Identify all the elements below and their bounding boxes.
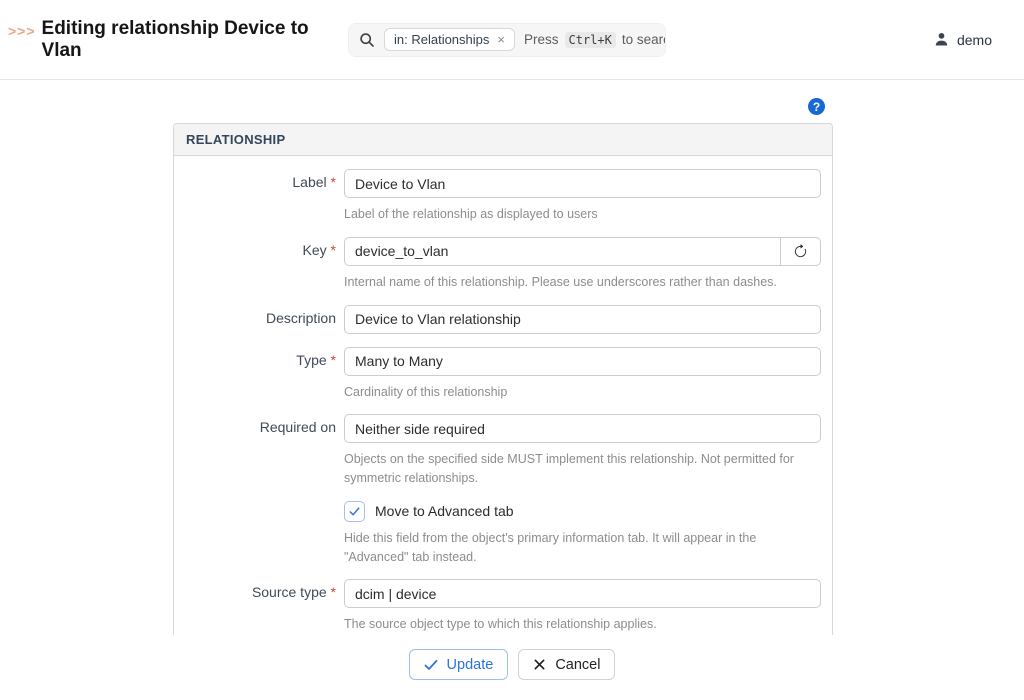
search-scope-chip[interactable]: in: Relationships ×	[384, 28, 515, 51]
chip-close-icon[interactable]: ×	[497, 33, 505, 46]
search-scope-label: in: Relationships	[394, 32, 489, 47]
required-asterisk: *	[331, 584, 336, 600]
required-on-help-text: Objects on the specified side MUST imple…	[344, 450, 821, 488]
label-input[interactable]	[344, 169, 821, 198]
type-field-label: Type *	[186, 347, 336, 402]
x-icon	[533, 658, 546, 671]
breadcrumb-chevrons-icon: >>>	[8, 18, 36, 39]
checkmark-icon	[348, 505, 361, 518]
source-type-field-label: Source type *	[186, 579, 336, 634]
move-advanced-label: Move to Advanced tab	[375, 503, 514, 519]
relationship-panel: RELATIONSHIP Label * Label of the relati…	[173, 123, 833, 635]
description-input[interactable]	[344, 305, 821, 334]
search-hint-prefix: Press	[524, 32, 559, 47]
panel-title: RELATIONSHIP	[174, 124, 832, 156]
form-row-required-on: Required on Objects on the specified sid…	[186, 414, 821, 488]
refresh-icon	[793, 244, 808, 259]
page-title-block: >>> Editing relationship Device to Vlan	[8, 18, 348, 62]
type-select[interactable]	[344, 347, 821, 376]
cancel-button[interactable]: Cancel	[518, 649, 615, 680]
form-actions: Update Cancel	[0, 649, 1024, 680]
user-name: demo	[957, 32, 992, 48]
user-icon	[933, 31, 950, 48]
required-asterisk: *	[331, 352, 336, 368]
form-row-key: Key *	[186, 237, 821, 292]
move-advanced-checkbox[interactable]	[344, 501, 365, 522]
search-icon	[359, 32, 375, 48]
move-advanced-checkbox-row[interactable]: Move to Advanced tab	[344, 501, 821, 522]
cancel-button-label: Cancel	[555, 657, 600, 673]
regenerate-key-button[interactable]	[780, 237, 821, 266]
form-row-source-type: Source type * The source object type to …	[186, 579, 821, 634]
key-input[interactable]	[344, 237, 781, 266]
source-type-select[interactable]	[344, 579, 821, 608]
app-header: >>> Editing relationship Device to Vlan …	[0, 0, 1024, 80]
check-icon	[424, 658, 438, 672]
user-menu[interactable]: demo	[933, 31, 992, 48]
search-hint-suffix: to search	[622, 32, 666, 47]
description-field-label: Description	[186, 305, 336, 334]
required-asterisk: *	[331, 242, 336, 258]
global-search-input[interactable]: in: Relationships × Press Ctrl+K to sear…	[348, 23, 666, 57]
key-help-text: Internal name of this relationship. Plea…	[344, 273, 821, 292]
form-row-description: Description	[186, 305, 821, 334]
form-row-advanced-ui: Move to Advanced tab Hide this field fro…	[186, 501, 821, 567]
update-button-label: Update	[447, 657, 494, 673]
move-advanced-help-text: Hide this field from the object's primar…	[344, 529, 821, 567]
page-title: Editing relationship Device to Vlan	[42, 18, 332, 62]
required-asterisk: *	[331, 174, 336, 190]
form-row-label: Label * Label of the relationship as dis…	[186, 169, 821, 224]
type-help-text: Cardinality of this relationship	[344, 383, 821, 402]
label-help-text: Label of the relationship as displayed t…	[344, 205, 821, 224]
form-row-type: Type * Cardinality of this relationship	[186, 347, 821, 402]
update-button[interactable]: Update	[409, 649, 509, 680]
label-field-label: Label *	[186, 169, 336, 224]
form-scroll-region[interactable]: RELATIONSHIP Label * Label of the relati…	[173, 123, 835, 635]
key-field-label: Key *	[186, 237, 336, 292]
ctrl-k-kbd: Ctrl+K	[565, 32, 616, 48]
search-placeholder: Press Ctrl+K to search	[524, 32, 666, 48]
help-icon[interactable]: ?	[808, 98, 825, 115]
required-on-field-label: Required on	[186, 414, 336, 488]
required-on-select[interactable]	[344, 414, 821, 443]
source-type-help-text: The source object type to which this rel…	[344, 615, 821, 634]
main-content: ? RELATIONSHIP Label * Label of the rela…	[0, 98, 1024, 680]
